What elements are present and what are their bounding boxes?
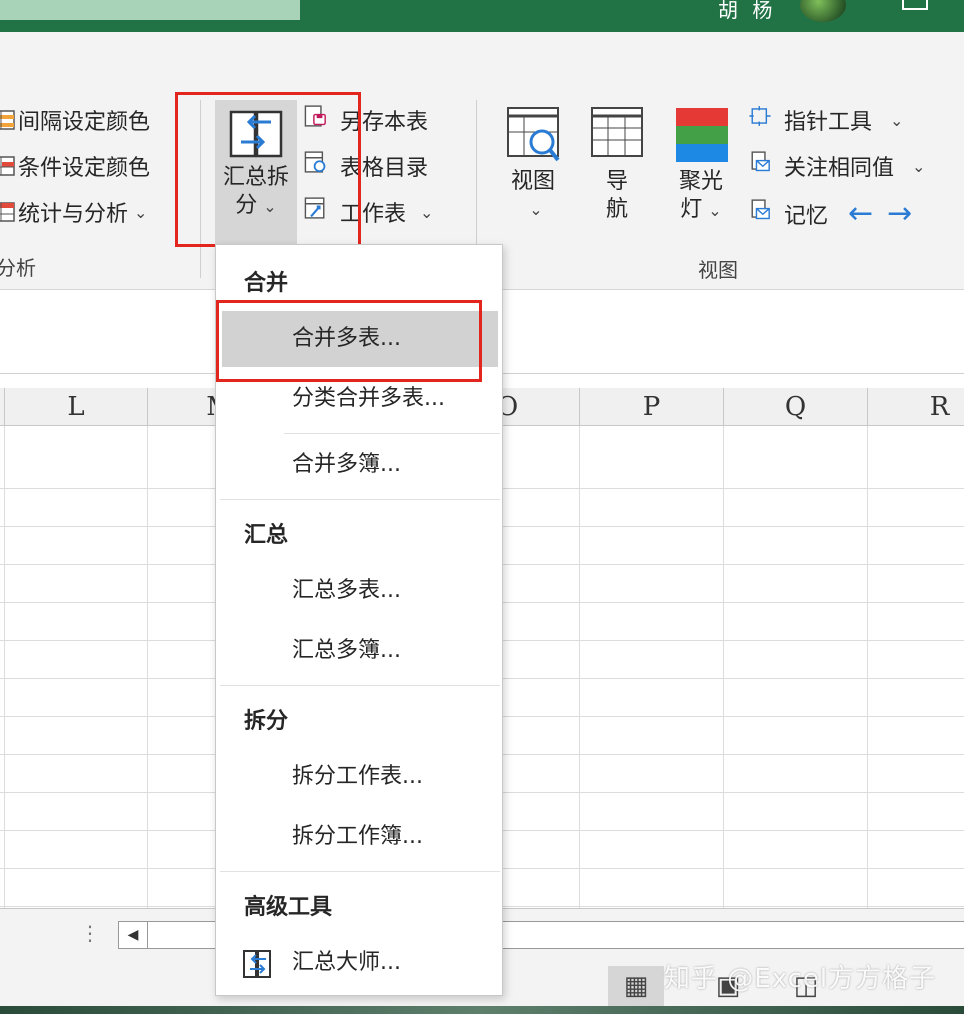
forward-arrow-icon[interactable]: → — [887, 196, 912, 231]
ribbon-item-label: 指针工具 — [784, 110, 873, 135]
desktop-edge — [0, 1006, 964, 1014]
spotlight-label-1: 聚光 — [678, 169, 723, 194]
group-label-analysis: 分析 — [0, 256, 36, 280]
menu-item-summary-master[interactable]: 汇总大师... — [216, 935, 502, 991]
grid-line — [147, 426, 148, 908]
ribbon-item-label: 条件设定颜色 — [18, 156, 151, 181]
summary-split-dropdown: 合并 合并多表... 分类合并多表... 合并多簿... 汇总 汇总多表... … — [215, 244, 503, 996]
summary-split-label-2: 分 — [235, 193, 258, 218]
watermark-text: 知乎 @Excel方方格子 — [664, 964, 937, 994]
normal-view-icon[interactable]: ▦ — [608, 966, 664, 1006]
spotlight-button[interactable]: 聚光 灯 ⌄ — [668, 104, 734, 254]
chevron-down-icon: ⌄ — [420, 202, 434, 222]
summary-split-label-2-wrap: 分 ⌄ — [215, 192, 297, 221]
ribbon-item-condition-color[interactable]: 条件设定颜色 — [0, 150, 150, 182]
grid-stats-icon — [0, 200, 16, 224]
ribbon-item-save-sheet[interactable]: 另存本表 — [304, 104, 428, 136]
chevron-down-icon: ⌄ — [890, 110, 904, 130]
navigation-label-1: 导 — [605, 169, 628, 194]
menu-section-split: 拆分 — [244, 709, 289, 734]
summary-split-button[interactable]: 汇总拆 分 ⌄ — [215, 100, 297, 248]
menu-separator — [220, 871, 500, 872]
ribbon-item-sheet-catalog[interactable]: 表格目录 — [304, 150, 428, 182]
group-label-view: 视图 — [698, 258, 738, 282]
summary-split-label-1: 汇总拆 — [222, 165, 289, 190]
spotlight-label-2: 灯 — [680, 197, 703, 222]
column-header[interactable]: P — [579, 388, 723, 426]
spotlight-label-2-wrap: 灯 ⌄ — [668, 196, 734, 225]
menu-section-merge: 合并 — [244, 271, 289, 296]
navigation-button[interactable]: 导 航 — [584, 104, 650, 254]
memory-icon — [748, 198, 782, 230]
spotlight-icon — [672, 104, 730, 164]
restore-window-icon[interactable] — [902, 0, 928, 10]
chevron-down-icon: ⌄ — [708, 201, 722, 220]
grid-condition-icon — [0, 154, 16, 178]
same-value-icon — [748, 150, 782, 182]
menu-separator — [220, 685, 500, 686]
summary-master-icon — [242, 947, 274, 979]
save-sheet-icon — [304, 104, 338, 136]
grid-line — [867, 426, 868, 908]
menu-item-split-workbook[interactable]: 拆分工作簿... — [216, 809, 502, 865]
chevron-down-icon: ⌄ — [263, 197, 277, 216]
grid-line — [723, 426, 724, 908]
view-button[interactable]: 视图 ⌄ — [498, 104, 568, 244]
ribbon-item-stats-analysis[interactable]: 统计与分析 ⌄ — [0, 196, 147, 228]
ribbon-item-same-value[interactable]: 关注相同值 ⌄ — [748, 150, 925, 182]
pointer-tool-icon — [748, 104, 782, 136]
scroll-left-button[interactable]: ◀ — [118, 921, 148, 949]
column-header[interactable]: Q — [723, 388, 867, 426]
worksheet-tool-icon — [304, 196, 338, 228]
summary-split-icon — [227, 108, 285, 160]
chevron-down-icon: ⌄ — [529, 200, 543, 219]
ribbon-item-label: 记忆 — [784, 203, 829, 229]
back-arrow-icon[interactable]: ← — [848, 196, 873, 231]
menu-item-summary-workbooks[interactable]: 汇总多簿... — [216, 623, 502, 679]
column-header[interactable]: L — [4, 388, 147, 426]
view-magnify-icon — [504, 104, 562, 164]
ribbon-separator — [200, 100, 201, 278]
column-header[interactable]: R — [867, 388, 964, 426]
ribbon-item-interval-color[interactable]: 间隔设定颜色 — [0, 104, 150, 136]
menu-section-summary: 汇总 — [244, 523, 289, 548]
ribbon-item-label: 统计与分析 — [18, 202, 129, 227]
chevron-down-icon: ⌄ — [912, 156, 926, 176]
menu-item-split-worksheet[interactable]: 拆分工作表... — [216, 749, 502, 805]
menu-item-category-merge-sheets[interactable]: 分类合并多表... — [216, 371, 502, 427]
ribbon-item-label: 关注相同值 — [784, 156, 895, 181]
ribbon-item-label: 间隔设定颜色 — [18, 110, 151, 135]
menu-separator — [220, 499, 500, 500]
more-options-icon[interactable]: ⋮ — [80, 921, 100, 945]
grid-color-icon — [0, 108, 16, 132]
grid-line — [4, 426, 5, 908]
view-label: 视图 — [510, 169, 555, 194]
title-search-box[interactable] — [0, 0, 300, 20]
menu-separator — [284, 433, 500, 434]
navigation-grid-icon — [588, 104, 646, 164]
menu-item-summary-sheets[interactable]: 汇总多表... — [216, 563, 502, 619]
menu-item-merge-sheets[interactable]: 合并多表... — [222, 311, 498, 367]
navigation-label-2: 航 — [605, 197, 628, 222]
ribbon-item-label: 工作表 — [340, 202, 407, 227]
ribbon-item-memory[interactable]: 记忆 ← → — [748, 196, 912, 231]
grid-line — [579, 426, 580, 908]
ribbon-item-label: 表格目录 — [340, 156, 429, 181]
ribbon-item-pointer-tool[interactable]: 指针工具 ⌄ — [748, 104, 903, 136]
sheet-catalog-icon — [304, 150, 338, 182]
user-avatar[interactable] — [800, 0, 846, 22]
menu-section-advanced: 高级工具 — [244, 895, 333, 920]
chevron-down-icon: ⌄ — [134, 202, 148, 222]
title-bar: 胡 杨 — [0, 0, 964, 32]
user-name[interactable]: 胡 杨 — [718, 0, 776, 23]
ribbon-item-label: 另存本表 — [340, 110, 429, 135]
menu-item-merge-workbooks[interactable]: 合并多簿... — [216, 437, 502, 493]
ribbon-item-worksheet[interactable]: 工作表 ⌄ — [304, 196, 433, 228]
menu-item-label: 汇总大师... — [292, 950, 401, 975]
